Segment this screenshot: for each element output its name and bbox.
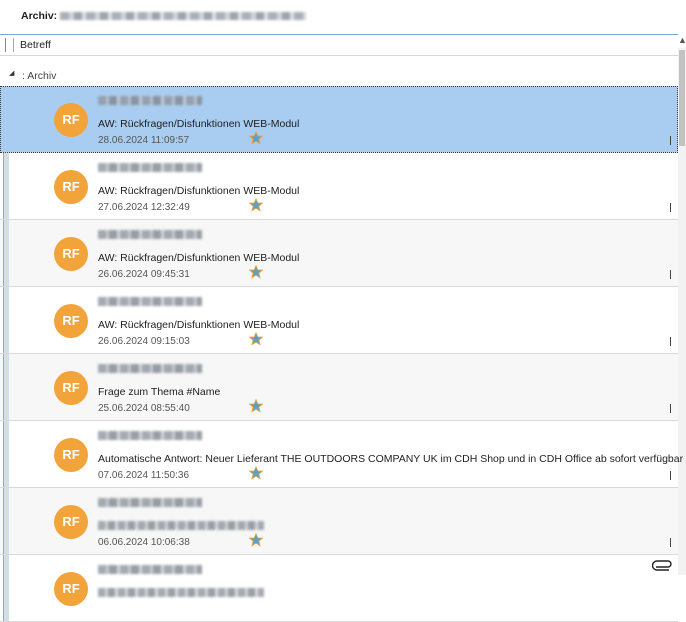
avatar: RF <box>54 103 88 137</box>
column-header[interactable]: Betreff <box>0 34 678 56</box>
row-edge-marker <box>3 220 9 286</box>
flag-column-marker[interactable] <box>670 337 671 346</box>
row-edge-marker <box>3 354 9 420</box>
star-icon[interactable] <box>249 198 263 212</box>
column-grip[interactable] <box>5 38 6 52</box>
message-date: 26.06.2024 09:15:03 <box>98 336 190 347</box>
collapse-triangle-icon[interactable]: ◢ <box>9 69 14 77</box>
avatar: RF <box>54 371 88 405</box>
avatar: RF <box>54 237 88 271</box>
sender-name-redacted <box>98 297 202 306</box>
message-row[interactable]: RF AW: Rückfragen/Disfunktionen WEB-Modul… <box>0 153 678 220</box>
flag-column-marker[interactable] <box>670 404 671 413</box>
star-icon[interactable] <box>249 332 263 346</box>
flag-column-marker[interactable] <box>670 538 671 547</box>
sender-name-redacted <box>98 230 202 239</box>
sender-name-redacted <box>98 498 202 507</box>
message-subject <box>98 588 264 597</box>
message-list: RF AW: Rückfragen/Disfunktionen WEB-Modul… <box>0 86 683 622</box>
flag-column-marker[interactable] <box>670 203 671 212</box>
star-icon[interactable] <box>249 466 263 480</box>
row-edge-marker <box>3 287 9 353</box>
sender-name-redacted <box>98 163 202 172</box>
avatar: RF <box>54 572 88 606</box>
message-row[interactable]: RF <box>0 555 678 622</box>
message-subject: Automatische Antwort: Neuer Lieferant TH… <box>98 453 684 465</box>
star-icon[interactable] <box>249 131 263 145</box>
message-row[interactable]: RF AW: Rückfragen/Disfunktionen WEB-Modul… <box>0 220 678 287</box>
archive-path-redacted <box>60 12 306 20</box>
message-date: 28.06.2024 11:09:57 <box>98 135 190 146</box>
flag-column-marker[interactable] <box>670 471 671 480</box>
sender-name-redacted <box>98 96 202 105</box>
sender-name-redacted <box>98 431 202 440</box>
avatar: RF <box>54 438 88 472</box>
message-subject: AW: Rückfragen/Disfunktionen WEB-Modul <box>98 252 300 264</box>
row-edge-marker <box>3 421 9 487</box>
message-subject: AW: Rückfragen/Disfunktionen WEB-Modul <box>98 185 300 197</box>
flag-column-marker[interactable] <box>670 136 671 145</box>
scroll-up-arrow-icon[interactable]: ▲ <box>678 34 686 46</box>
column-divider[interactable] <box>13 38 14 52</box>
message-date: 25.06.2024 08:55:40 <box>98 403 190 414</box>
message-date: 06.06.2024 10:06:38 <box>98 537 190 548</box>
row-edge-marker <box>3 153 9 219</box>
message-subject: AW: Rückfragen/Disfunktionen WEB-Modul <box>98 319 300 331</box>
row-edge-marker <box>3 488 9 554</box>
message-row[interactable]: RF Automatische Antwort: Neuer Lieferant … <box>0 421 683 488</box>
scrollbar-thumb[interactable] <box>679 50 685 146</box>
message-row[interactable]: RF AW: Rückfragen/Disfunktionen WEB-Modul… <box>0 86 678 153</box>
star-icon[interactable] <box>249 265 263 279</box>
message-row[interactable]: RF AW: Rückfragen/Disfunktionen WEB-Modul… <box>0 287 678 354</box>
avatar: RF <box>54 170 88 204</box>
row-edge-marker <box>3 555 9 621</box>
subject-column-header[interactable]: Betreff <box>20 39 51 51</box>
group-header-archive[interactable]: ◢ : Archiv <box>0 64 678 84</box>
message-subject: AW: Rückfragen/Disfunktionen WEB-Modul <box>98 118 300 130</box>
star-icon[interactable] <box>249 533 263 547</box>
message-row[interactable]: RF Frage zum Thema #Name 25.06.2024 08:55:… <box>0 354 678 421</box>
avatar: RF <box>54 304 88 338</box>
message-date: 07.06.2024 11:50:36 <box>98 470 190 481</box>
star-icon[interactable] <box>249 399 263 413</box>
message-row[interactable]: RF 06.06.2024 10:06:38 <box>0 488 678 555</box>
archive-header: Archiv: <box>0 0 686 32</box>
message-date: 26.06.2024 09:45:31 <box>98 269 190 280</box>
paperclip-icon <box>652 560 672 571</box>
message-date: 27.06.2024 12:32:49 <box>98 202 190 213</box>
flag-column-marker[interactable] <box>670 270 671 279</box>
message-subject <box>98 521 264 530</box>
sender-name-redacted <box>98 364 202 373</box>
archive-label: Archiv: <box>21 10 58 22</box>
avatar: RF <box>54 505 88 539</box>
message-subject: Frage zum Thema #Name <box>98 386 221 398</box>
group-label: : Archiv <box>22 70 57 82</box>
sender-name-redacted <box>98 565 202 574</box>
